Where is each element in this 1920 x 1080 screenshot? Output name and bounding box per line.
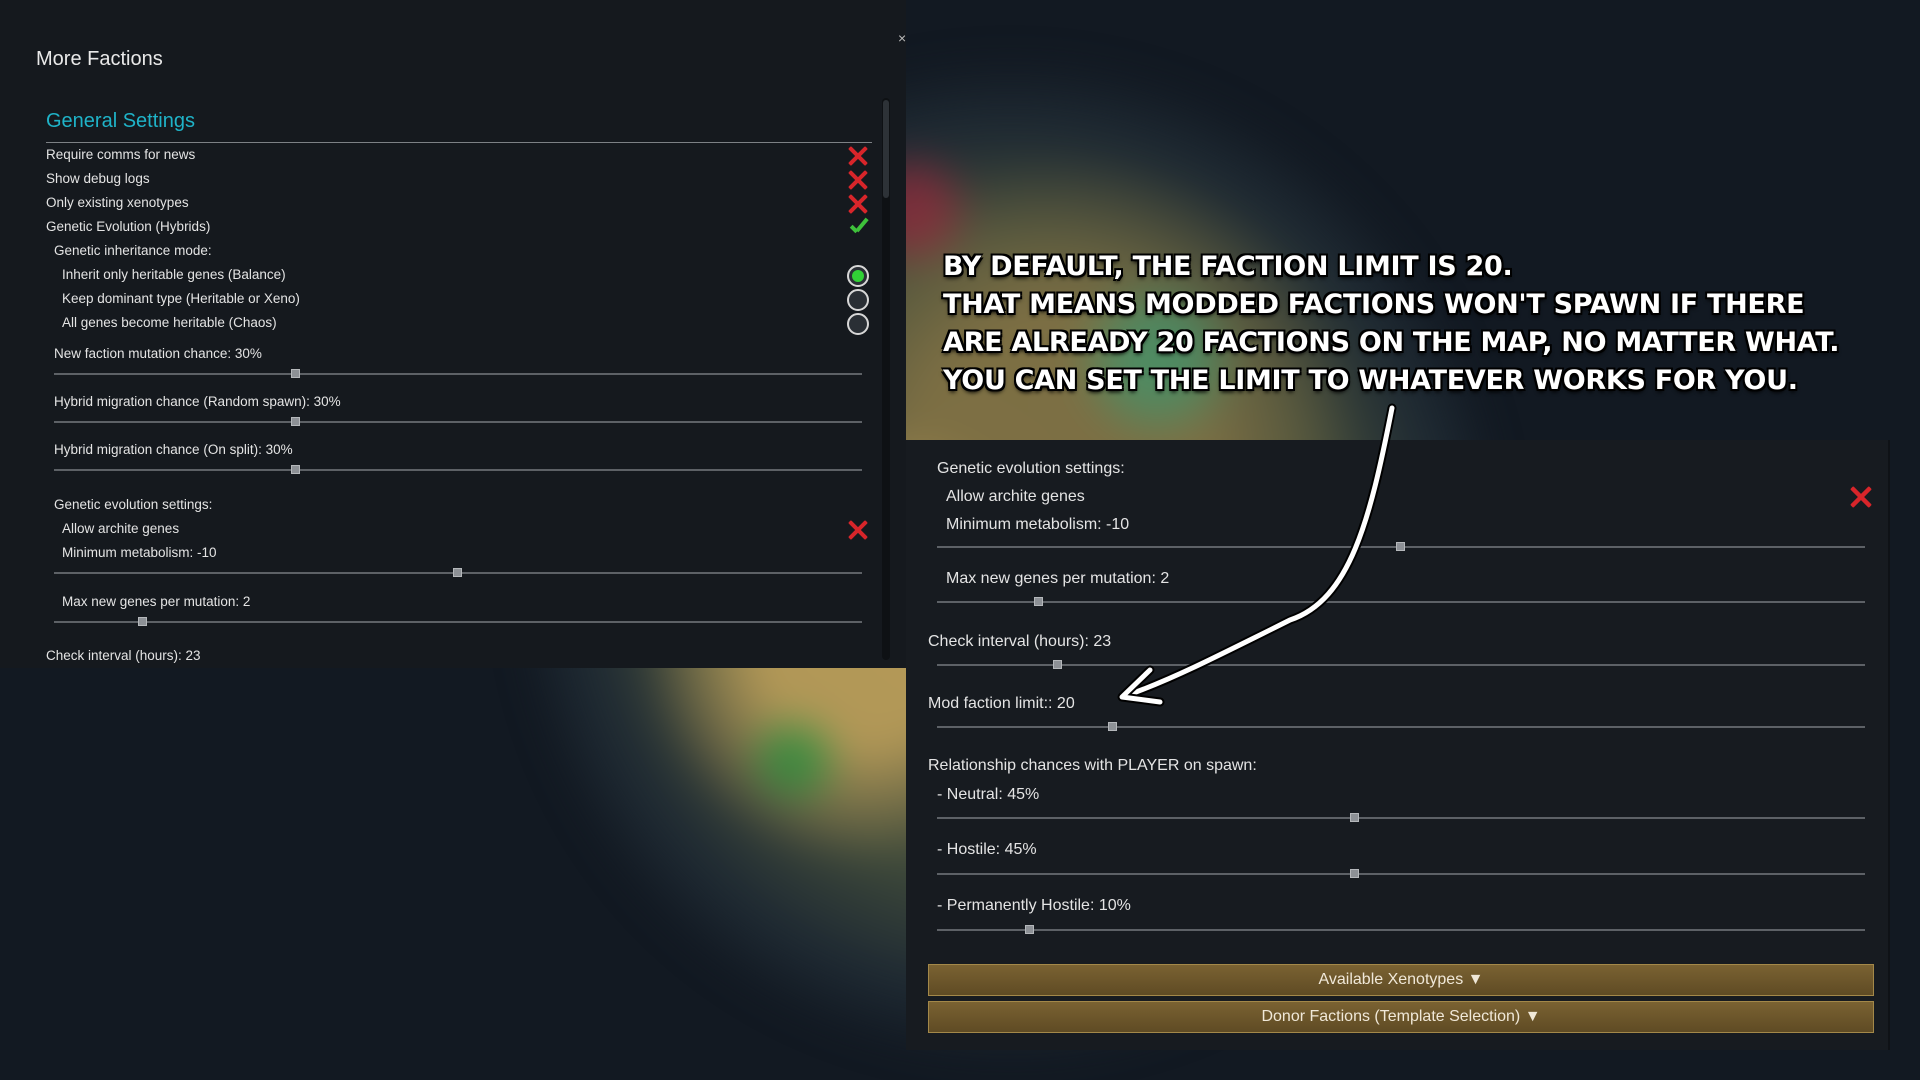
annotation-arrow [1117, 403, 1397, 707]
arrow-shaft-highlight [1125, 405, 1395, 698]
